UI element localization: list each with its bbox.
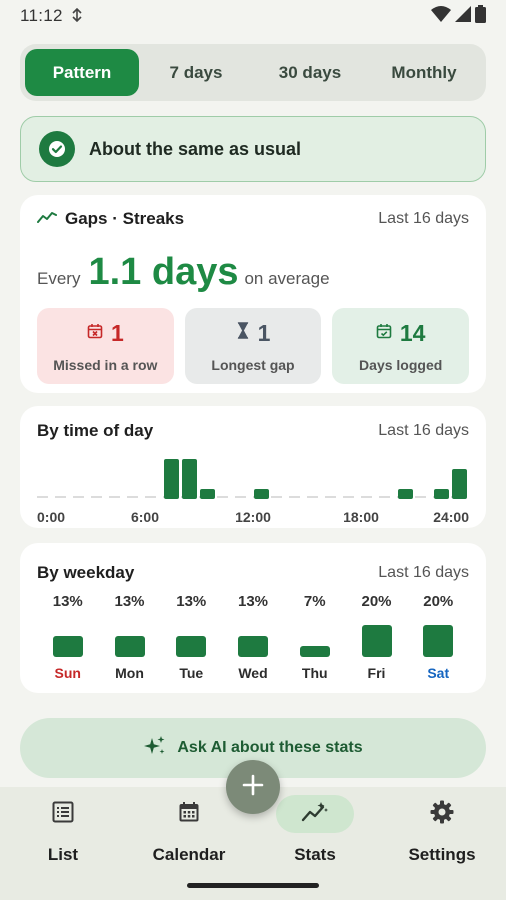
weekday-column: 13% Wed [222, 593, 284, 681]
nav-label: Stats [294, 845, 336, 864]
hour-tick-label: 0:00 [37, 509, 66, 525]
weekday-column: 13% Sun [37, 593, 99, 681]
nav-item-settings[interactable]: Settings [379, 793, 505, 873]
weekday-column: 20% Sat [408, 593, 470, 681]
weekday-chart: 13% Sun 13% Mon 13% Tue 13% Wed 7% Thu 20% Fri 20% Sa… [37, 593, 469, 681]
avg-suffix: on average [244, 269, 330, 288]
hour-bar [254, 489, 269, 499]
weekday-column: 13% Mon [99, 593, 161, 681]
weekday-bar [114, 636, 145, 657]
hour-tick-label: 24:00 [433, 509, 469, 525]
stat-value: 14 [399, 319, 426, 346]
weekday-card: By weekday Last 16 days 13% Sun 13% Mon 13% T… [20, 543, 486, 693]
status-banner: About the same as usual [20, 116, 486, 182]
calendar-x-icon [87, 323, 103, 344]
calendar-check-icon [376, 323, 392, 344]
weekday-label: Thu [301, 665, 328, 681]
weekday-percent: 7% [303, 593, 326, 610]
weekday-label: Fri [367, 665, 386, 681]
weekday-bar [423, 625, 454, 657]
weekday-label: Sun [54, 665, 81, 681]
hour-tick-label: 18:00 [343, 509, 379, 525]
hourglass-icon [236, 322, 250, 344]
weekday-percent: 13% [176, 593, 207, 610]
weekday-bar [176, 636, 207, 657]
trend-icon [37, 210, 57, 229]
stat-longest-gap: 1 Longest gap [184, 308, 322, 384]
hour-bar [434, 489, 449, 499]
weekday-label: Tue [179, 665, 204, 681]
weekday-percent: 13% [237, 593, 269, 610]
weekday-label: Sat [427, 665, 450, 681]
stat-value: 1 [257, 319, 271, 346]
nav-label: Settings [408, 845, 476, 864]
weekday-column: 7% Thu [284, 593, 346, 681]
weekday-column: 13% Tue [161, 593, 223, 681]
stat-label: Longest gap [211, 356, 295, 373]
tab-7-days[interactable]: 7 days [139, 49, 253, 96]
gesture-bar [187, 883, 319, 888]
list-icon [51, 800, 75, 829]
nav-item-list[interactable]: List [0, 793, 126, 873]
hour-chart [37, 447, 469, 499]
streaks-range: Last 16 days [378, 210, 469, 227]
signal-icon [455, 5, 471, 27]
weekday-range: Last 16 days [378, 564, 469, 581]
check-circle-icon [39, 131, 75, 167]
plus-icon [242, 774, 264, 801]
add-entry-button[interactable] [226, 760, 280, 814]
stat-label: Days logged [359, 356, 443, 373]
hour-bar [182, 459, 197, 499]
hour-ticks: 0:00 6:00 12:00 18:00 24:00 [37, 509, 469, 529]
status-bar: 11:12 [0, 0, 506, 32]
average-line: Every 1.1 days on average [37, 251, 469, 294]
stat-days-logged: 14 Days logged [332, 308, 470, 384]
hour-tick-label: 6:00 [130, 509, 160, 525]
sparkle-icon [143, 734, 167, 763]
calendar-icon [177, 800, 201, 829]
tab-pattern[interactable]: Pattern [25, 49, 139, 96]
weekday-bar [299, 646, 330, 657]
ask-ai-label: Ask AI about these stats [177, 739, 363, 756]
banner-text: About the same as usual [89, 138, 302, 159]
weekday-bar [238, 636, 268, 657]
weekday-percent: 20% [361, 593, 392, 610]
hour-bar [200, 489, 215, 499]
status-time: 11:12 [20, 6, 63, 25]
time-of-day-title: By time of day [37, 421, 154, 440]
tab-30-days[interactable]: 30 days [253, 49, 367, 96]
stat-missed-in-a-row: 1 Missed in a row [37, 308, 174, 384]
weekday-label: Wed [238, 665, 268, 681]
weekday-label: Mon [115, 665, 144, 681]
weekday-title: By weekday [37, 563, 135, 582]
nav-label: List [47, 845, 79, 864]
trend-icon [301, 800, 329, 829]
streaks-card: Gaps · Streaks Last 16 days Every 1.1 da… [20, 195, 486, 393]
hour-bar [452, 469, 467, 499]
data-saver-icon [71, 7, 83, 25]
time-of-day-card: By time of day Last 16 days 0:00 6:00 12:0… [20, 406, 486, 528]
streaks-title: Gaps · Streaks [65, 209, 185, 228]
weekday-percent: 13% [52, 593, 83, 610]
tab-monthly[interactable]: Monthly [367, 49, 481, 96]
gear-icon [429, 799, 455, 830]
stat-value: 1 [110, 319, 124, 346]
weekday-percent: 13% [114, 593, 145, 610]
weekday-percent: 20% [423, 593, 454, 610]
weekday-bar [52, 636, 83, 657]
nav-label: Calendar [152, 845, 226, 864]
status-icons [431, 4, 486, 28]
battery-icon [475, 4, 486, 28]
avg-prefix: Every [37, 269, 81, 288]
weekday-bar [361, 625, 392, 657]
wifi-icon [431, 5, 451, 27]
time-of-day-range: Last 16 days [378, 422, 469, 439]
weekday-column: 20% Fri [346, 593, 408, 681]
hour-bar [398, 489, 413, 499]
period-tabs: Pattern 7 days 30 days Monthly [20, 44, 486, 101]
hour-tick-label: 12:00 [235, 509, 271, 525]
hour-bar [164, 459, 179, 499]
stat-label: Missed in a row [53, 356, 158, 373]
avg-value: 1.1 days [88, 251, 239, 293]
